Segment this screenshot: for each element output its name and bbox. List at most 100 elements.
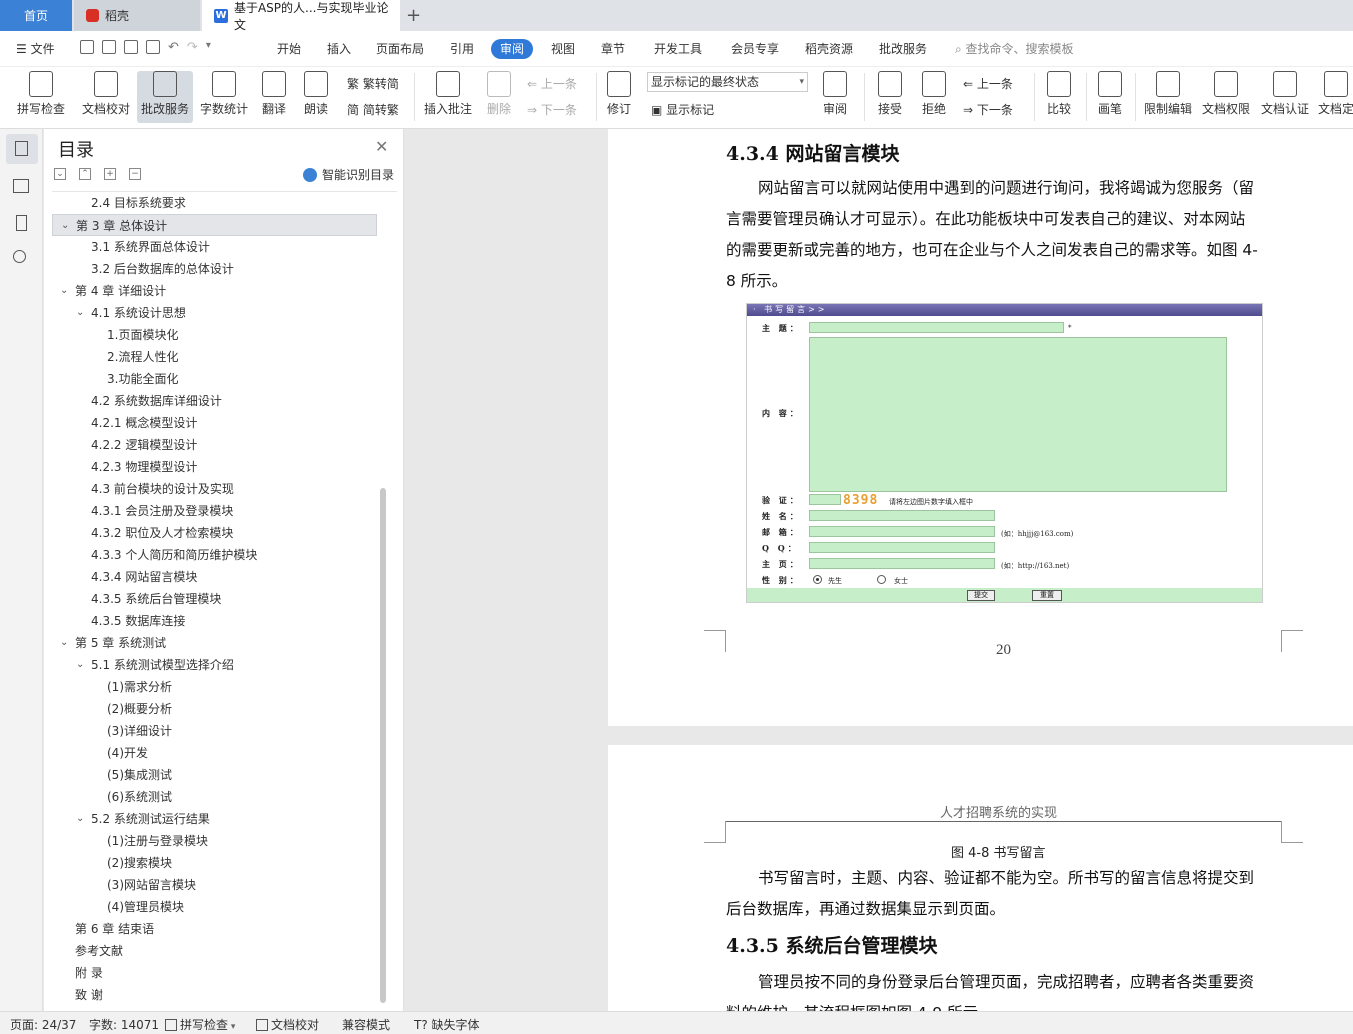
toc-item[interactable]: ⌄ 第 3 章 总体设计: [52, 214, 377, 236]
next-change-button[interactable]: ⇒ 下一条: [963, 101, 1013, 118]
chevron-down-icon[interactable]: ⌄: [61, 215, 69, 237]
toc-scrollbar[interactable]: [380, 488, 386, 1003]
toc-item[interactable]: (2)搜索模块: [52, 852, 377, 874]
toc-item[interactable]: 2.4 目标系统要求: [52, 192, 377, 214]
find-button[interactable]: [11, 248, 31, 268]
toc-item[interactable]: (4)开发: [52, 742, 377, 764]
toc-item[interactable]: (6)系统测试: [52, 786, 377, 808]
chevron-down-icon[interactable]: ⌄: [76, 808, 84, 830]
toc-item[interactable]: 4.2.3 物理模型设计: [52, 456, 377, 478]
delete-comment-button[interactable]: 删除: [480, 71, 518, 123]
toc-item[interactable]: ⌄ 第 5 章 系统测试: [52, 632, 377, 654]
chevron-down-icon[interactable]: ⌄: [76, 654, 84, 676]
toc-item[interactable]: ⌄ 5.2 系统测试运行结果: [52, 808, 377, 830]
menu-reference[interactable]: 引用: [450, 39, 474, 59]
menu-review[interactable]: 审阅: [491, 39, 534, 59]
tab-document[interactable]: W 基于ASP的人...与实现毕业论文: [202, 0, 400, 32]
toc-item[interactable]: (3)网站留言模块: [52, 874, 377, 896]
toc-item[interactable]: 4.3.5 系统后台管理模块: [52, 588, 377, 610]
close-icon[interactable]: ✕: [375, 137, 388, 156]
command-search[interactable]: ⌕ 查找命令、搜索模板: [955, 39, 1074, 59]
review-pane-button[interactable]: 审阅: [815, 71, 855, 123]
toc-item[interactable]: (5)集成测试: [52, 764, 377, 786]
toc-item[interactable]: (4)管理员模块: [52, 896, 377, 918]
tab-daoke[interactable]: 稻壳: [74, 0, 200, 31]
next-comment-button[interactable]: ⇒ 下一条: [527, 101, 577, 118]
accept-button[interactable]: 接受: [870, 71, 910, 123]
doc-more-button[interactable]: 文档定: [1318, 71, 1353, 123]
toc-item[interactable]: 4.3.5 数据库连接: [52, 610, 377, 632]
menu-daoke-resources[interactable]: 稻壳资源: [805, 39, 853, 59]
prev-change-button[interactable]: ⇐ 上一条: [963, 75, 1013, 92]
proofread-button[interactable]: 文档校对: [78, 71, 134, 123]
chevron-down-icon[interactable]: ⌄: [60, 632, 68, 654]
redo-icon[interactable]: ↷: [187, 40, 198, 55]
toc-item[interactable]: 参考文献: [52, 940, 377, 962]
toc-item[interactable]: 3.1 系统界面总体设计: [52, 236, 377, 258]
toc-item[interactable]: ⌄ 第 4 章 详细设计: [52, 280, 377, 302]
compare-button[interactable]: 比较: [1040, 71, 1078, 123]
menu-insert[interactable]: 插入: [327, 39, 351, 59]
preview-icon[interactable]: [146, 40, 160, 54]
bookmark-button[interactable]: [11, 213, 31, 233]
track-changes-button[interactable]: 修订: [601, 71, 637, 123]
toc-pane-button[interactable]: [6, 134, 38, 164]
translate-button[interactable]: 翻译: [255, 71, 293, 123]
menu-correct-service[interactable]: 批改服务: [879, 39, 927, 59]
toc-item[interactable]: 4.2 系统数据库详细设计: [52, 390, 377, 412]
insert-comment-button[interactable]: 插入批注: [420, 71, 476, 123]
toc-item[interactable]: (3)详细设计: [52, 720, 377, 742]
toc-item[interactable]: 2.流程人性化: [52, 346, 377, 368]
menu-member[interactable]: 会员专享: [731, 39, 779, 59]
reject-button[interactable]: 拒绝: [914, 71, 954, 123]
toc-item[interactable]: 3.功能全面化: [52, 368, 377, 390]
toc-item[interactable]: 第 6 章 结束语: [52, 918, 377, 940]
tab-home[interactable]: 首页: [0, 0, 72, 31]
menu-layout[interactable]: 页面布局: [376, 39, 424, 59]
toc-item[interactable]: 4.3.3 个人简历和简历维护模块: [52, 544, 377, 566]
markup-state-dropdown[interactable]: 显示标记的最终状态 ▾: [647, 72, 808, 92]
trad-to-simp-button[interactable]: 繁 繁转简: [347, 75, 399, 92]
status-words[interactable]: 字数: 14071: [89, 1016, 159, 1033]
expand-up-icon[interactable]: ⌃: [79, 168, 91, 180]
show-markup-button[interactable]: ▣ 显示标记: [651, 101, 714, 118]
undo-icon[interactable]: ↶: [168, 40, 179, 55]
toc-item[interactable]: 4.2.2 逻辑模型设计: [52, 434, 377, 456]
toc-item[interactable]: 1.页面模块化: [52, 324, 377, 346]
save-icon[interactable]: [80, 40, 94, 54]
export-icon[interactable]: [102, 40, 116, 54]
toc-item[interactable]: 4.2.1 概念模型设计: [52, 412, 377, 434]
status-spell-check[interactable]: 拼写检查 ▾: [165, 1016, 235, 1033]
customize-icon[interactable]: ▾: [206, 40, 211, 55]
file-menu[interactable]: ☰ 文件: [16, 39, 55, 59]
toc-item[interactable]: 致 谢: [52, 984, 377, 1006]
toc-item[interactable]: (1)注册与登录模块: [52, 830, 377, 852]
toc-item[interactable]: 4.3.4 网站留言模块: [52, 566, 377, 588]
toc-item[interactable]: 4.3.2 职位及人才检索模块: [52, 522, 377, 544]
new-tab-button[interactable]: +: [406, 0, 424, 31]
menu-start[interactable]: 开始: [277, 39, 301, 59]
menu-view[interactable]: 视图: [551, 39, 575, 59]
collapse-all-icon[interactable]: ⌄: [54, 168, 66, 180]
remove-heading-icon[interactable]: −: [129, 168, 141, 180]
status-missing-fonts[interactable]: T? 缺失字体: [414, 1016, 480, 1033]
correct-service-button[interactable]: 批改服务: [137, 71, 193, 123]
toc-item[interactable]: ⌄ 4.1 系统设计思想: [52, 302, 377, 324]
chevron-down-icon[interactable]: ⌄: [60, 280, 68, 302]
add-heading-icon[interactable]: +: [104, 168, 116, 180]
doc-rights-button[interactable]: 文档权限: [1199, 71, 1253, 123]
smart-toc-button[interactable]: 智能识别目录: [303, 166, 394, 183]
toc-item[interactable]: ⌄ 5.1 系统测试模型选择介绍: [52, 654, 377, 676]
toc-item[interactable]: (1)需求分析: [52, 676, 377, 698]
restrict-edit-button[interactable]: 限制编辑: [1141, 71, 1195, 123]
toc-item[interactable]: (2)概要分析: [52, 698, 377, 720]
nav-pane-button[interactable]: [11, 176, 31, 196]
doc-cert-button[interactable]: 文档认证: [1257, 71, 1313, 123]
toc-item[interactable]: 附 录: [52, 962, 377, 984]
toc-item[interactable]: 3.2 后台数据库的总体设计: [52, 258, 377, 280]
menu-devtools[interactable]: 开发工具: [654, 39, 702, 59]
simp-to-trad-button[interactable]: 简 简转繁: [347, 101, 399, 118]
menu-section[interactable]: 章节: [601, 39, 625, 59]
prev-comment-button[interactable]: ⇐ 上一条: [527, 75, 577, 92]
status-proofread[interactable]: 文档校对: [256, 1016, 319, 1033]
